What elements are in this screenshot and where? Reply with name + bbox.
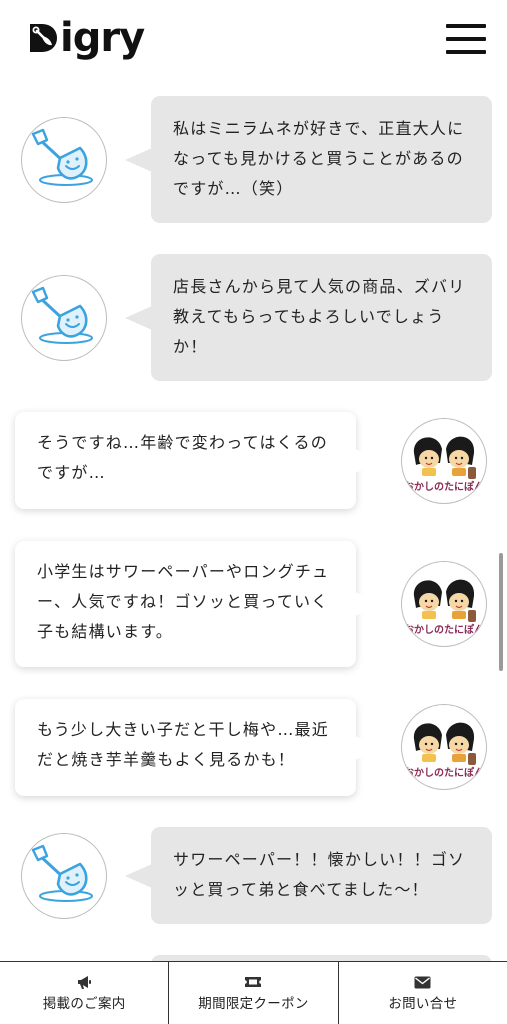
digry-logo[interactable]: igry <box>28 14 145 62</box>
nav-label: お問い合せ <box>388 996 458 1012</box>
chat-row: 小学生はサワーペーパーやロングチュー、人気ですね！ゴソッと買っていく子も結構いま… <box>0 541 507 668</box>
okashi-no-tanipon-logo: おかしのたにぽん <box>403 563 485 645</box>
message-text: 私はミニラムネが好きで、正直大人になっても見かけると買うことがあるのですが…（笑… <box>173 119 465 198</box>
menu-bar-top <box>446 24 486 28</box>
shovel-icon <box>31 128 93 186</box>
hamburger-menu-button[interactable] <box>446 22 486 56</box>
nav-label: 掲載のご案内 <box>42 996 126 1012</box>
shop-avatar: おかしのたにぽん <box>401 418 487 504</box>
scrollbar[interactable] <box>499 553 503 671</box>
interviewer-avatar <box>21 275 107 361</box>
menu-bar-middle <box>446 37 486 41</box>
chat-row: もう少し大きい子だと干し梅や…最近だと焼き芋羊羹もよく見るかも！ おかしのたにぽ… <box>0 699 507 797</box>
okashi-no-tanipon-logo: おかしのたにぽん <box>403 420 485 502</box>
chat-row: サワーペーパー！！懐かしい！！ゴソッと買って弟と食べてました〜！ <box>0 827 507 925</box>
shovel-icon <box>31 286 93 344</box>
chat-row: 店長さんから見て人気の商品、ズバリ教えてもらってもよろしいでしょうか！ <box>0 254 507 382</box>
interviewer-avatar <box>21 117 107 203</box>
message-bubble: もう少し大きい子だと干し梅や…最近だと焼き芋羊羹もよく見るかも！ <box>15 699 382 796</box>
nav-limited-coupon[interactable]: 期間限定クーポン <box>169 962 339 1024</box>
message-text: サワーペーパー！！懐かしい！！ゴソッと買って弟と食べてました〜！ <box>173 850 466 899</box>
header: igry <box>0 0 507 80</box>
message-bubble: 小学生はサワーペーパーやロングチュー、人気ですね！ゴソッと買っていく子も結構いま… <box>15 541 382 667</box>
menu-bar-bottom <box>446 50 486 54</box>
ticket-icon <box>244 974 262 990</box>
chat-row: 私はミニラムネが好きで、正直大人になっても見かけると買うことがあるのですが…（笑… <box>0 96 507 224</box>
message-text: 店長さんから見て人気の商品、ズバリ教えてもらってもよろしいでしょうか！ <box>173 277 466 356</box>
nav-listing-info[interactable]: 掲載のご案内 <box>0 962 170 1024</box>
shop-avatar: おかしのたにぽん <box>401 704 487 790</box>
megaphone-icon <box>76 974 92 990</box>
okashi-no-tanipon-logo: おかしのたにぽん <box>403 706 485 788</box>
nav-label: 期間限定クーポン <box>198 996 309 1012</box>
shop-avatar: おかしのたにぽん <box>401 561 487 647</box>
message-bubble: 私はミニラムネが好きで、正直大人になっても見かけると買うことがあるのですが…（笑… <box>125 96 492 223</box>
logo-text: igry <box>60 15 145 61</box>
message-text: そうですね…年齢で変わってはくるのですが… <box>37 433 328 482</box>
bottom-nav: 掲載のご案内 期間限定クーポン お問い合せ <box>0 961 507 1024</box>
chat-row: そうですね…年齢で変わってはくるのですが… おかしのたにぽん <box>0 412 507 510</box>
message-text: 小学生はサワーペーパーやロングチュー、人気ですね！ゴソッと買っていく子も結構いま… <box>37 562 330 641</box>
message-bubble: サワーペーパー！！懐かしい！！ゴソッと買って弟と食べてました〜！ <box>125 827 492 924</box>
shovel-icon <box>31 844 93 902</box>
message-bubble: そうですね…年齢で変わってはくるのですが… <box>15 412 382 509</box>
svg-text:おかしのたにぽん: おかしのたにぽん <box>404 480 484 493</box>
message-text: もう少し大きい子だと干し梅や…最近だと焼き芋羊羹もよく見るかも！ <box>37 720 329 769</box>
message-bubble: 店長さんから見て人気の商品、ズバリ教えてもらってもよろしいでしょうか！ <box>125 254 492 381</box>
logo-d-mark-icon <box>30 24 57 52</box>
interviewer-avatar <box>21 833 107 919</box>
envelope-icon <box>414 974 431 990</box>
svg-text:おかしのたにぽん: おかしのたにぽん <box>404 766 484 779</box>
nav-contact[interactable]: お問い合せ <box>339 962 507 1024</box>
svg-text:おかしのたにぽん: おかしのたにぽん <box>404 623 484 636</box>
